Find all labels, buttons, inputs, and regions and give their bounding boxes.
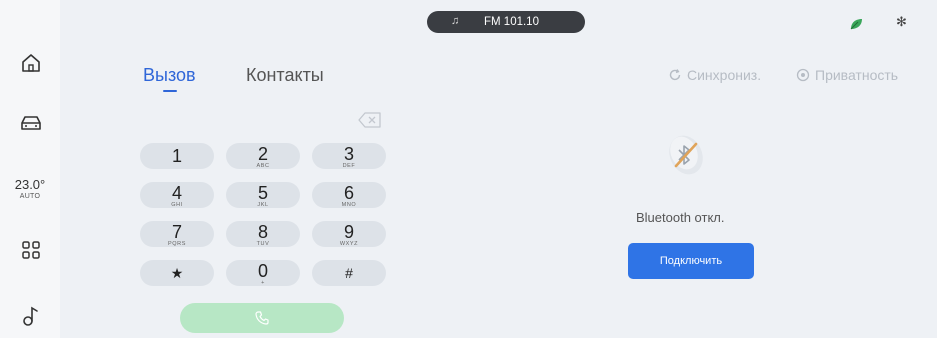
now-playing-pill[interactable]: ♫ FM 101.10: [427, 11, 585, 33]
key-5[interactable]: 5 JKL: [226, 182, 300, 208]
key-4[interactable]: 4 GHI: [140, 182, 214, 208]
leaf-icon: [848, 16, 864, 32]
active-tab-indicator: [163, 90, 177, 92]
privacy-button[interactable]: Приватность: [796, 67, 898, 83]
bluetooth-off-icon: [662, 128, 710, 178]
key-1[interactable]: 1: [140, 143, 214, 169]
music-note-icon: ♫: [451, 15, 460, 27]
key-letters: PQRS: [168, 241, 186, 247]
key-letters: DEF: [342, 163, 356, 169]
key-digit: 9: [343, 222, 354, 242]
key-6[interactable]: 6 MNO: [312, 182, 386, 208]
car-icon[interactable]: [18, 110, 44, 136]
key-letters: WXYZ: [339, 241, 359, 247]
bluetooth-icon: ✻: [896, 14, 907, 29]
eye-icon: [796, 68, 810, 82]
backspace-icon[interactable]: [357, 111, 383, 129]
key-star[interactable]: ★: [140, 260, 214, 286]
key-letters: TUV: [256, 241, 270, 247]
key-letters: MNO: [341, 202, 357, 208]
phone-panel: [62, 0, 937, 338]
bottom-band: [0, 338, 937, 354]
screen: 23.0° AUTO ♫ FM 101.10 ✻ Вызов Контакты …: [0, 0, 937, 354]
key-0[interactable]: 0 +: [226, 260, 300, 286]
sync-icon: [669, 69, 681, 81]
key-7[interactable]: 7 PQRS: [140, 221, 214, 247]
key-digit: 5: [257, 183, 268, 203]
call-button[interactable]: [180, 303, 344, 333]
key-letters: ABC: [256, 163, 270, 169]
key-digit: 7: [171, 222, 182, 242]
key-hash[interactable]: #: [312, 260, 386, 286]
key-letters: +: [261, 280, 265, 286]
apps-grid-icon[interactable]: [18, 237, 44, 263]
climate-unit: °: [40, 177, 46, 192]
station-label: FM 101.10: [484, 16, 539, 28]
bluetooth-status-text: Bluetooth откл.: [636, 210, 725, 225]
key-digit: 8: [257, 222, 268, 242]
key-digit: 1: [171, 146, 182, 166]
sync-button[interactable]: Синхрониз.: [668, 67, 761, 83]
key-digit: 4: [171, 183, 182, 203]
key-digit: 0: [257, 261, 268, 281]
connect-button[interactable]: Подключить: [628, 243, 754, 279]
key-8[interactable]: 8 TUV: [226, 221, 300, 247]
key-2[interactable]: 2 ABC: [226, 143, 300, 169]
phone-icon: [255, 311, 269, 325]
key-digit: 3: [343, 144, 354, 164]
key-digit: 6: [343, 183, 354, 203]
privacy-label: Приватность: [815, 67, 899, 83]
tab-call[interactable]: Вызов: [143, 65, 196, 86]
key-9[interactable]: 9 WXYZ: [312, 221, 386, 247]
sync-label: Синхрониз.: [687, 67, 762, 83]
climate-temp: 23.0: [14, 177, 41, 192]
key-letters: JKL: [257, 202, 269, 208]
tab-contacts[interactable]: Контакты: [246, 65, 324, 86]
key-3[interactable]: 3 DEF: [312, 143, 386, 169]
climate-mode: AUTO: [19, 193, 41, 200]
key-digit: 2: [257, 144, 268, 164]
key-letters: GHI: [171, 202, 183, 208]
key-digit: ★: [170, 265, 184, 281]
climate-control[interactable]: 23.0° AUTO: [10, 178, 50, 201]
key-digit: #: [345, 265, 353, 281]
music-icon[interactable]: [18, 303, 44, 329]
home-icon[interactable]: [18, 50, 44, 76]
